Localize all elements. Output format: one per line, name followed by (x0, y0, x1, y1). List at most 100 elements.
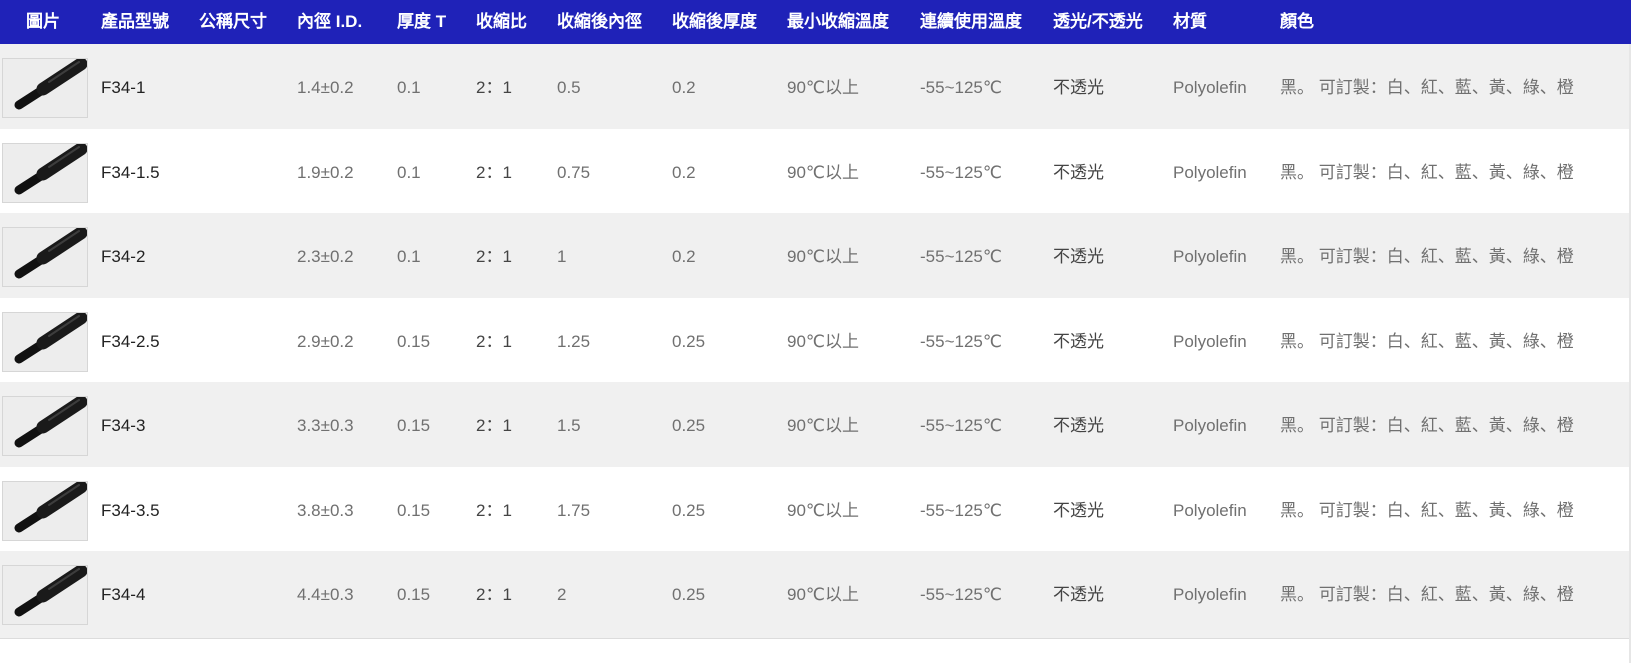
color-cell: 黑。 可訂製：白、紅、藍、黃、綠、橙 (1280, 416, 1574, 435)
min-shrink-temp-cell: 90℃以上 (787, 247, 860, 266)
model-cell: F34-3.5 (101, 500, 160, 520)
shrunk-inner-diameter-cell: 2 (557, 585, 567, 604)
heat-shrink-tube-icon[interactable] (2, 227, 88, 287)
thickness-cell: 0.1 (397, 78, 421, 97)
color-cell: 黑。 可訂製：白、紅、藍、黃、綠、橙 (1280, 247, 1574, 266)
shrunk-thickness-cell: 0.25 (672, 585, 706, 604)
heat-shrink-tube-icon[interactable] (2, 311, 88, 372)
thickness-cell: 0.1 (397, 247, 421, 266)
table-row[interactable]: F34-3.5 3.8±0.3 0.15 2：1 1.75 0.25 90℃以上 -55~12… (0, 466, 1631, 555)
table-header: 圖片 產品型號 公稱尺寸 內徑 I.D. 厚度 T 收縮比 收縮後內徑 收縮後厚度 最小收縮溫度… (0, 0, 1631, 44)
model-cell: F34-2 (101, 247, 146, 266)
shrunk-inner-diameter-cell: 1.5 (557, 416, 581, 435)
shrink-ratio-cell: 2：1 (476, 331, 512, 351)
model-cell: F34-4 (101, 585, 146, 604)
heat-shrink-tube-icon[interactable] (2, 396, 88, 456)
shrunk-thickness-cell: 0.25 (672, 416, 706, 435)
product-spec-table: 圖片 產品型號 公稱尺寸 內徑 I.D. 厚度 T 收縮比 收縮後內徑 收縮後厚度 最小收縮溫度… (0, 0, 1631, 663)
header-opacity: 透光/不透光 (1053, 12, 1143, 31)
inner-diameter-cell: 2.3±0.2 (297, 247, 354, 266)
continuous-temp-cell: -55~125℃ (920, 585, 1002, 604)
color-cell: 黑。 可訂製：白、紅、藍、黃、綠、橙 (1280, 585, 1574, 604)
material-cell: Polyolefin (1173, 331, 1247, 351)
model-cell: F34-1.5 (101, 162, 160, 182)
min-shrink-temp-cell: 90℃以上 (787, 500, 860, 520)
heat-shrink-tube-icon[interactable] (2, 480, 88, 541)
continuous-temp-cell: -55~125℃ (920, 247, 1002, 266)
shrunk-inner-diameter-cell: 0.75 (557, 162, 591, 182)
opacity-cell: 不透光 (1053, 78, 1104, 97)
shrink-ratio-cell: 2：1 (476, 247, 512, 266)
header-shrunk-thickness: 收縮後厚度 (672, 12, 757, 31)
material-cell: Polyolefin (1173, 247, 1247, 266)
shrink-ratio-cell: 2：1 (476, 162, 512, 182)
inner-diameter-cell: 1.4±0.2 (297, 78, 354, 97)
shrunk-thickness-cell: 0.2 (672, 247, 696, 266)
inner-diameter-cell: 2.9±0.2 (297, 331, 354, 351)
shrunk-thickness-cell: 0.2 (672, 162, 696, 182)
material-cell: Polyolefin (1173, 162, 1247, 182)
shrink-ratio-cell: 2：1 (476, 78, 512, 97)
min-shrink-temp-cell: 90℃以上 (787, 416, 860, 435)
table-row[interactable]: F34-2.5 2.9±0.2 0.15 2：1 1.25 0.25 90℃以上 -55~12… (0, 297, 1631, 386)
table-row[interactable]: F34-3 3.3±0.3 0.15 2：1 1.5 0.25 90℃以上 -55~125℃ 不… (0, 382, 1631, 470)
shrunk-thickness-cell: 0.2 (672, 78, 696, 97)
continuous-temp-cell: -55~125℃ (920, 331, 1002, 351)
thickness-cell: 0.15 (397, 585, 431, 604)
shrink-ratio-cell: 2：1 (476, 500, 512, 520)
continuous-temp-cell: -55~125℃ (920, 78, 1002, 97)
color-cell: 黑。 可訂製：白、紅、藍、黃、綠、橙 (1280, 500, 1574, 520)
heat-shrink-tube-icon[interactable] (2, 58, 88, 118)
shrunk-thickness-cell: 0.25 (672, 331, 706, 351)
opacity-cell: 不透光 (1053, 331, 1104, 351)
material-cell: Polyolefin (1173, 78, 1247, 97)
opacity-cell: 不透光 (1053, 162, 1104, 182)
shrunk-inner-diameter-cell: 1.75 (557, 500, 591, 520)
header-thickness: 厚度 T (397, 12, 447, 31)
heat-shrink-tube-icon[interactable] (2, 142, 88, 203)
material-cell: Polyolefin (1173, 416, 1247, 435)
opacity-cell: 不透光 (1053, 247, 1104, 266)
row-divider (0, 638, 1631, 639)
thickness-cell: 0.15 (397, 500, 431, 520)
continuous-temp-cell: -55~125℃ (920, 500, 1002, 520)
material-cell: Polyolefin (1173, 585, 1247, 604)
opacity-cell: 不透光 (1053, 500, 1104, 520)
opacity-cell: 不透光 (1053, 416, 1104, 435)
model-cell: F34-2.5 (101, 331, 160, 351)
shrink-ratio-cell: 2：1 (476, 416, 512, 435)
header-model: 產品型號 (101, 12, 169, 31)
inner-diameter-cell: 4.4±0.3 (297, 585, 354, 604)
thickness-cell: 0.15 (397, 416, 431, 435)
inner-diameter-cell: 3.3±0.3 (297, 416, 354, 435)
color-cell: 黑。 可訂製：白、紅、藍、黃、綠、橙 (1280, 331, 1574, 351)
min-shrink-temp-cell: 90℃以上 (787, 162, 860, 182)
header-color: 顏色 (1280, 12, 1314, 31)
min-shrink-temp-cell: 90℃以上 (787, 331, 860, 351)
table-row[interactable]: F34-4 4.4±0.3 0.15 2：1 2 0.25 90℃以上 -55~125℃ 不透光… (0, 551, 1631, 639)
header-shrunk-inner-diameter: 收縮後內徑 (557, 12, 642, 31)
inner-diameter-cell: 1.9±0.2 (297, 162, 354, 182)
shrunk-thickness-cell: 0.25 (672, 500, 706, 520)
header-shrink-ratio: 收縮比 (476, 12, 527, 31)
header-min-shrink-temp: 最小收縮溫度 (787, 12, 889, 31)
shrunk-inner-diameter-cell: 0.5 (557, 78, 581, 97)
header-continuous-temp: 連續使用溫度 (920, 12, 1022, 31)
inner-diameter-cell: 3.8±0.3 (297, 500, 354, 520)
min-shrink-temp-cell: 90℃以上 (787, 585, 860, 604)
table-row[interactable]: F34-2 2.3±0.2 0.1 2：1 1 0.2 90℃以上 -55~125℃ 不透光 Po… (0, 213, 1631, 301)
header-nominal-size: 公稱尺寸 (199, 12, 267, 31)
color-cell: 黑。 可訂製：白、紅、藍、黃、綠、橙 (1280, 162, 1574, 182)
table-row[interactable]: F34-1 1.4±0.2 0.1 2：1 0.5 0.2 90℃以上 -55~125℃ 不透光… (0, 44, 1631, 132)
shrink-ratio-cell: 2：1 (476, 585, 512, 604)
opacity-cell: 不透光 (1053, 585, 1104, 604)
thickness-cell: 0.15 (397, 331, 431, 351)
min-shrink-temp-cell: 90℃以上 (787, 78, 860, 97)
color-cell: 黑。 可訂製：白、紅、藍、黃、綠、橙 (1280, 78, 1574, 97)
shrunk-inner-diameter-cell: 1 (557, 247, 567, 266)
header-material: 材質 (1173, 12, 1207, 31)
material-cell: Polyolefin (1173, 500, 1247, 520)
table-row[interactable]: F34-1.5 1.9±0.2 0.1 2：1 0.75 0.2 90℃以上 -55~125℃… (0, 128, 1631, 217)
model-cell: F34-3 (101, 416, 146, 435)
heat-shrink-tube-icon[interactable] (2, 565, 88, 625)
